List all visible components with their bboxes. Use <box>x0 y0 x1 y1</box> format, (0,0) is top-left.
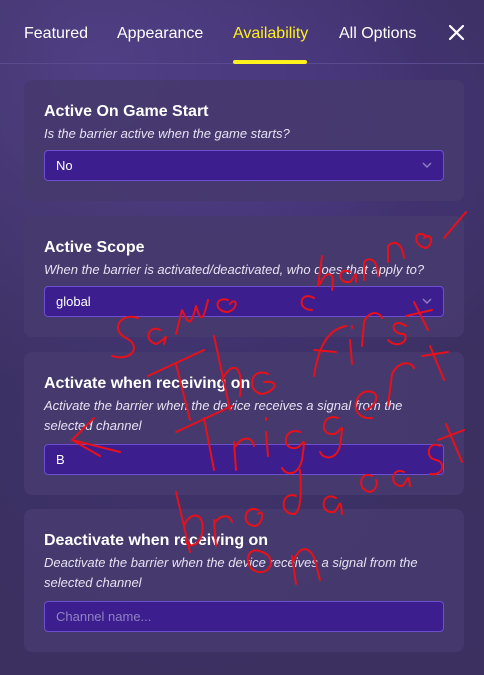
active-tab-indicator <box>233 60 307 64</box>
section-title: Activate when receiving on <box>44 375 251 392</box>
dropdown-value: global <box>56 294 91 309</box>
active-on-game-start-dropdown[interactable]: No <box>44 150 444 181</box>
deactivate-channel-input[interactable]: Channel name... <box>44 601 444 632</box>
active-scope-dropdown[interactable]: global <box>44 286 444 317</box>
activate-channel-input[interactable]: B <box>44 444 444 475</box>
chevron-down-icon <box>422 298 432 304</box>
tab-all-options[interactable]: All Options <box>339 25 416 43</box>
section-active-on-game-start: Active On Game Start Is the barrier acti… <box>24 80 464 201</box>
tab-featured[interactable]: Featured <box>24 25 88 43</box>
section-title: Active On Game Start <box>44 103 209 120</box>
section-description: Is the barrier active when the game star… <box>44 126 290 141</box>
section-description: When the barrier is activated/deactivate… <box>44 262 425 277</box>
section-title: Deactivate when receiving on <box>44 532 269 549</box>
section-active-scope: Active Scope When the barrier is activat… <box>24 216 464 337</box>
section-description: Activate the barrier when the device rec… <box>44 398 403 433</box>
section-description: Deactivate the barrier when the device r… <box>44 555 418 590</box>
chevron-down-icon <box>422 162 432 168</box>
section-deactivate-when-receiving: Deactivate when receiving on Deactivate … <box>24 509 464 652</box>
close-button[interactable] <box>444 20 470 46</box>
section-activate-when-receiving: Activate when receiving on Activate the … <box>24 352 464 495</box>
tab-availability[interactable]: Availability <box>233 25 308 43</box>
tab-bar: Featured Appearance Availability All Opt… <box>0 0 484 64</box>
close-icon <box>448 24 465 41</box>
tab-appearance[interactable]: Appearance <box>117 25 203 43</box>
dropdown-value: No <box>56 158 73 173</box>
section-title: Active Scope <box>44 239 145 256</box>
